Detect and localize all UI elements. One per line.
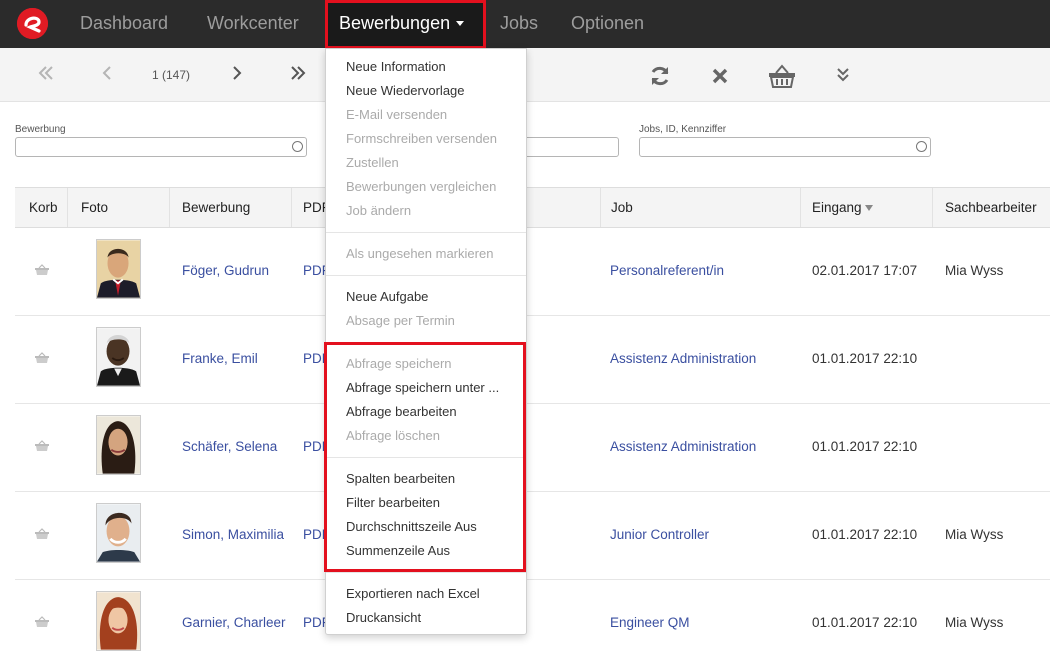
job-link[interactable]: Personalreferent/in <box>610 263 724 278</box>
menu-neue-information[interactable]: Neue Information <box>346 59 446 74</box>
filter-bewerbung-label: Bewerbung <box>15 124 66 135</box>
applicant-photo <box>96 239 141 299</box>
date-received: 01.01.2017 22:10 <box>812 351 918 366</box>
menu-durchschnittszeile-aus[interactable]: Durchschnittszeile Aus <box>346 519 477 534</box>
col-job[interactable]: Job <box>600 188 800 227</box>
filter-jobs-input[interactable] <box>639 137 931 157</box>
agent-name: Mia Wyss <box>945 615 1004 630</box>
menu-als-ungesehen-markieren: Als ungesehen markieren <box>346 246 494 261</box>
sort-down-icon <box>864 205 873 212</box>
menu-divider <box>326 572 526 573</box>
job-link[interactable]: Engineer QM <box>610 615 690 630</box>
applicant-name-link[interactable]: Simon, Maximilia <box>182 527 284 542</box>
col-eingang[interactable]: Eingang <box>800 188 933 227</box>
filter-bewerbung-input[interactable] <box>15 137 307 157</box>
filter-middle-input[interactable] <box>520 137 619 157</box>
basket-icon[interactable] <box>768 63 796 92</box>
menu-abfrage-loeschen: Abfrage löschen <box>346 428 440 443</box>
date-received: 01.01.2017 22:10 <box>812 615 918 630</box>
applicant-name-link[interactable]: Garnier, Charleer <box>182 615 286 630</box>
basket-icon[interactable] <box>35 352 49 367</box>
applicant-photo <box>96 327 141 387</box>
job-link[interactable]: Assistenz Administration <box>610 439 756 454</box>
table-row[interactable]: Garnier, Charleer PDF Engineer QM 01.01.… <box>15 580 1050 660</box>
date-received: 01.01.2017 22:10 <box>812 439 918 454</box>
menu-summenzeile-aus[interactable]: Summenzeile Aus <box>346 543 450 558</box>
col-korb[interactable]: Korb <box>15 188 67 227</box>
pager-text: 1 (147) <box>152 68 191 82</box>
menu-bewerbungen-vergleichen: Bewerbungen vergleichen <box>346 179 497 194</box>
menu-abfrage-bearbeiten[interactable]: Abfrage bearbeiten <box>346 404 457 419</box>
nav-dashboard[interactable]: Dashboard <box>80 0 168 48</box>
date-received: 02.01.2017 17:07 <box>812 263 918 278</box>
nav-bewerbungen-label: Bewerbungen <box>339 13 451 33</box>
menu-zustellen: Zustellen <box>346 155 399 170</box>
agent-name: Mia Wyss <box>945 263 1004 278</box>
menu-divider <box>326 457 526 458</box>
menu-divider <box>326 232 526 233</box>
filter-jobs-label: Jobs, ID, Kennziffer <box>639 124 727 135</box>
applicant-name-link[interactable]: Schäfer, Selena <box>182 439 277 454</box>
menu-email-versenden: E-Mail versenden <box>346 107 448 122</box>
last-page-icon[interactable] <box>289 64 307 86</box>
basket-icon[interactable] <box>35 264 49 279</box>
col-eingang-label: Eingang <box>812 200 862 215</box>
caret-down-icon <box>456 20 465 26</box>
job-link[interactable]: Assistenz Administration <box>610 351 756 366</box>
table-header: Korb Foto Bewerbung PDF Job Eingang Sach… <box>15 187 1050 228</box>
menu-abfrage-speichern-unter[interactable]: Abfrage speichern unter ... <box>346 380 499 395</box>
menu-neue-aufgabe[interactable]: Neue Aufgabe <box>346 289 428 304</box>
menu-exportieren-nach-excel[interactable]: Exportieren nach Excel <box>346 586 480 601</box>
close-icon[interactable] <box>711 67 729 88</box>
menu-abfrage-speichern: Abfrage speichern <box>346 356 452 371</box>
search-icon <box>916 141 927 152</box>
menu-formschreiben-versenden: Formschreiben versenden <box>346 131 498 146</box>
menu-divider <box>326 342 526 343</box>
table-row[interactable]: Schäfer, Selena PDF Assistenz Administra… <box>15 404 1050 492</box>
bewerbungen-dropdown-menu: Neue Information Neue Wiedervorlage E-Ma… <box>325 48 527 635</box>
app-logo-icon[interactable] <box>17 8 48 39</box>
col-bewerbung[interactable]: Bewerbung <box>169 188 291 227</box>
applicant-name-link[interactable]: Franke, Emil <box>182 351 258 366</box>
menu-druckansicht[interactable]: Druckansicht <box>346 610 421 625</box>
applicant-name-link[interactable]: Föger, Gudrun <box>182 263 269 278</box>
applicant-photo <box>96 503 141 563</box>
applicant-photo <box>96 591 141 651</box>
table-row[interactable]: Föger, Gudrun PDF Personalreferent/in 02… <box>15 228 1050 316</box>
basket-icon[interactable] <box>35 440 49 455</box>
menu-filter-bearbeiten[interactable]: Filter bearbeiten <box>346 495 440 510</box>
nav-workcenter[interactable]: Workcenter <box>207 0 299 48</box>
search-icon <box>292 141 303 152</box>
prev-page-icon[interactable] <box>100 64 114 86</box>
top-navbar: Dashboard Workcenter Bewerbungen Jobs Op… <box>0 0 1050 48</box>
menu-neue-wiedervorlage[interactable]: Neue Wiedervorlage <box>346 83 465 98</box>
agent-name: Mia Wyss <box>945 527 1004 542</box>
first-page-icon[interactable] <box>37 64 55 86</box>
next-page-icon[interactable] <box>230 64 244 86</box>
nav-bewerbungen[interactable]: Bewerbungen <box>327 0 484 48</box>
menu-spalten-bearbeiten[interactable]: Spalten bearbeiten <box>346 471 455 486</box>
basket-icon[interactable] <box>35 528 49 543</box>
applicant-photo <box>96 415 141 475</box>
col-foto[interactable]: Foto <box>67 188 169 227</box>
table-row[interactable]: Franke, Emil PDF Assistenz Administratio… <box>15 316 1050 404</box>
menu-job-aendern: Job ändern <box>346 203 412 218</box>
nav-optionen[interactable]: Optionen <box>571 0 644 48</box>
table-row[interactable]: Simon, Maximilia PDF Junior Controller 0… <box>15 492 1050 580</box>
nav-jobs[interactable]: Jobs <box>500 0 538 48</box>
basket-icon[interactable] <box>35 616 49 631</box>
expand-down-icon[interactable] <box>835 67 851 86</box>
job-link[interactable]: Junior Controller <box>610 527 709 542</box>
menu-divider <box>326 275 526 276</box>
date-received: 01.01.2017 22:10 <box>812 527 918 542</box>
refresh-icon[interactable] <box>648 64 672 91</box>
col-sachbearbeiter[interactable]: Sachbearbeiter <box>932 188 1050 227</box>
menu-absage-per-termin: Absage per Termin <box>346 313 455 328</box>
